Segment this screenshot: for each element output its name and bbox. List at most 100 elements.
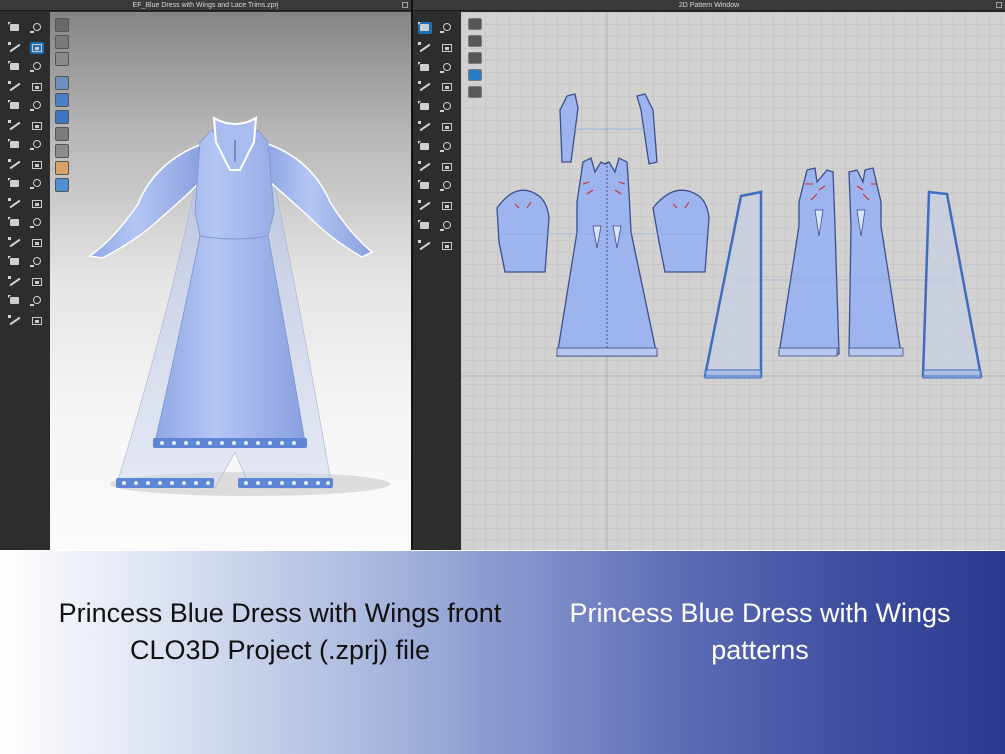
stitch-icon[interactable] [8,197,22,210]
dart-icon[interactable] [440,81,454,93]
pattern-sleeve-right [652,189,710,273]
shaded-view-icon[interactable] [55,76,69,90]
garment-3d-render [88,116,390,496]
sewing-icon[interactable] [30,159,44,171]
pattern-2d-window[interactable] [461,12,1005,550]
window-2d-maximize-icon[interactable] [996,2,1002,8]
fold-icon[interactable] [8,275,22,288]
zipper-icon[interactable] [8,217,22,229]
show-texture-icon[interactable] [468,35,482,47]
measure-2d-icon[interactable] [418,200,432,212]
pattern-wing-right [921,190,983,378]
elastic-icon[interactable] [30,237,44,249]
transform-icon[interactable] [8,41,22,54]
show-lock-icon[interactable] [468,86,482,98]
pattern-back-left [778,167,840,355]
show-color-icon[interactable] [468,69,482,81]
pattern-wing-left [703,190,763,378]
avatar-icon[interactable] [8,119,22,132]
brush-icon[interactable] [8,158,22,171]
morph-icon[interactable] [30,315,44,327]
caption-left-line-1: Princess Blue Dress with Wings front [58,598,502,628]
grid-icon[interactable] [418,220,432,232]
transform-pattern-icon[interactable] [418,41,432,54]
pattern-strap-left [559,93,579,163]
seam-taping-icon[interactable] [8,256,22,268]
pattern-view-icon[interactable] [55,35,69,49]
pipe-icon[interactable] [8,236,22,249]
fold-pattern-icon[interactable] [440,141,454,153]
trim-icon[interactable] [30,139,44,151]
pattern-wings [703,190,983,379]
window-3d-maximize-icon[interactable] [402,2,408,8]
pattern-canvas [461,12,1005,550]
button-icon[interactable] [30,178,44,190]
caption-right-line-2: patterns [711,635,809,665]
sphere-view-icon[interactable] [55,178,69,192]
xray-icon[interactable] [55,144,69,158]
window-2d-titlebar: 2D Pattern Window [413,0,1005,11]
pattern-wing-right-lace [922,369,982,379]
edit-curve-icon[interactable] [440,42,454,54]
sewing-segment-icon[interactable] [418,121,432,133]
puckering-icon[interactable] [30,120,44,132]
ruler-icon[interactable] [8,295,22,307]
clo3d-app: EF_Blue Dress with Wings and Lace Trims.… [0,0,1005,550]
caption-left-line-2: CLO3D Project (.zprj) file [129,635,431,665]
ellipse-icon[interactable] [418,81,432,93]
arrange-icon[interactable] [440,200,454,212]
caption-right-line-1: Princess Blue Dress with Wings [569,598,951,628]
texture-icon[interactable] [30,276,44,288]
rectangle-icon[interactable] [440,62,454,74]
caption-left: Princess Blue Dress with Wings front CLO… [20,595,540,669]
gauge-icon[interactable] [30,295,44,307]
box-select-icon[interactable] [8,61,22,73]
trace-icon[interactable] [418,140,432,153]
steam-icon[interactable] [8,80,22,93]
snap-icon[interactable] [440,220,454,232]
fitting-map-icon[interactable] [55,110,69,124]
caption-right: Princess Blue Dress with Wings patterns [540,595,980,669]
tack-icon[interactable] [30,22,44,34]
buttonhole-icon[interactable] [30,198,44,210]
fabric-icon[interactable] [30,256,44,268]
notch-icon[interactable] [440,101,454,113]
pattern-back-lace-right [848,347,904,357]
window-3d-title: EF_Blue Dress with Wings and Lace Trims.… [132,2,279,9]
shirt-icon[interactable] [8,314,22,327]
skin-view-icon[interactable] [55,161,69,175]
rotate-icon[interactable] [8,178,22,190]
edit-pattern-icon[interactable] [440,22,454,34]
symmetry-icon[interactable] [440,161,454,173]
pen-icon[interactable] [8,139,22,151]
select-move-icon[interactable] [8,22,22,34]
wireframe-icon[interactable] [55,127,69,141]
tape-icon[interactable] [8,100,22,112]
avatar-view-icon[interactable] [55,18,69,32]
pattern-wing-left-lace [704,369,762,379]
wing-lace-trim-left [116,478,214,488]
show-fill-icon[interactable] [468,52,482,64]
toolbar-2d-display [466,18,484,108]
show-baseline-icon[interactable] [468,18,482,30]
pin-icon[interactable] [30,81,44,93]
hanger-icon[interactable] [30,217,44,229]
stress-map-icon[interactable] [55,93,69,107]
layer-icon[interactable] [440,240,454,252]
texture-view-icon[interactable] [55,52,69,66]
pattern-back-lace-left [778,347,838,357]
annotation-icon[interactable] [440,180,454,192]
select-pattern-icon[interactable] [418,22,432,34]
free-sewing-icon[interactable] [440,121,454,133]
add-pin-icon[interactable] [30,41,44,54]
viewport-3d[interactable] [50,12,411,550]
fold-arrange-icon[interactable] [30,61,44,73]
view-controls [55,18,73,195]
internal-line-icon[interactable] [418,101,432,113]
text-icon[interactable] [418,180,432,192]
measure-icon[interactable] [30,100,44,112]
polygon-icon[interactable] [418,61,432,74]
grade-icon[interactable] [418,160,432,173]
pattern-front-lace [556,347,658,357]
lock-icon[interactable] [418,239,432,252]
